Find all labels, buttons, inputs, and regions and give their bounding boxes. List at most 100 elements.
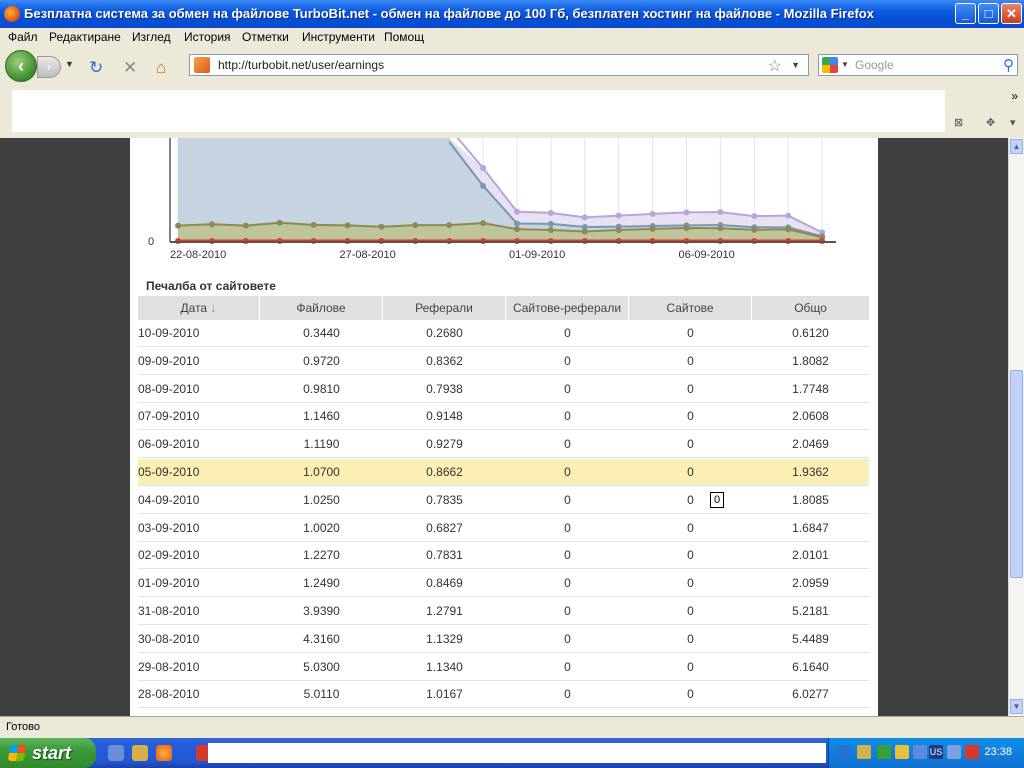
back-button[interactable]: ‹ [5, 50, 37, 82]
menu-bar: Файл Редактиране Изглед История Отметки … [0, 28, 1024, 47]
table-row[interactable]: 30-08-2010 4.3160 1.1329 0 0 5.4489 [138, 626, 869, 653]
tray-language-icon[interactable]: US [929, 745, 943, 759]
chart-point [751, 226, 758, 233]
table-cell: 6.1640 [792, 659, 829, 674]
table-cell: 0 [564, 659, 571, 674]
tray-network-icon[interactable] [913, 745, 927, 759]
history-dropdown-icon[interactable]: ▼ [65, 59, 74, 69]
col-date-header[interactable]: Дата ↓ [138, 296, 260, 320]
table-cell: 1.2490 [303, 576, 340, 591]
google-engine-icon[interactable] [822, 57, 838, 73]
table-cell: 1.1329 [426, 631, 463, 646]
table-row[interactable]: 01-09-2010 1.2490 0.8469 0 0 2.0959 [138, 570, 869, 598]
tray-arrow-icon[interactable] [837, 745, 851, 759]
table-cell: 0.7938 [426, 381, 463, 396]
scroll-thumb[interactable] [1010, 370, 1023, 578]
url-bar[interactable]: http://turbobit.net/user/earnings ☆ ▼ [189, 54, 809, 76]
quicklaunch-firefox-icon[interactable] [156, 745, 172, 761]
table-cell: 5.2181 [792, 604, 829, 618]
table-cell: 0 [687, 548, 694, 563]
chart-point [649, 225, 656, 232]
status-bar: Готово [0, 716, 1024, 738]
table-cell: 0 [564, 631, 571, 646]
table-cell: 0 [564, 353, 571, 368]
firefox-icon [4, 6, 20, 22]
maximize-button[interactable]: □ [978, 3, 999, 24]
bookmarks-overflow-button[interactable]: » [1011, 89, 1018, 103]
table-row[interactable]: 29-08-2010 5.0300 1.1340 0 0 6.1640 [138, 654, 869, 681]
table-cell: 0 [687, 492, 694, 507]
col-sites-header[interactable]: Сайтове [629, 296, 752, 320]
menu-help[interactable]: Помощ [384, 30, 424, 44]
minimize-button[interactable]: _ [955, 3, 976, 24]
col-files-header[interactable]: Файлове [260, 296, 383, 320]
tab-menu-icon[interactable]: ▾ [1010, 116, 1016, 129]
table-row[interactable]: 07-09-2010 1.1460 0.9148 0 0 2.0608 [138, 403, 869, 431]
search-box[interactable]: ▼ Google ⚲ [818, 54, 1018, 76]
section-title: Печалба от сайтовете [146, 279, 276, 293]
chart-point [683, 225, 690, 232]
menu-view[interactable]: Изглед [132, 30, 171, 44]
menu-bookmarks[interactable]: Отметки [242, 30, 289, 44]
search-placeholder[interactable]: Google [855, 58, 894, 72]
search-engine-dropdown-icon[interactable]: ▼ [841, 60, 849, 69]
table-row[interactable]: 28-08-2010 5.0110 1.0167 0 0 6.0277 [138, 681, 869, 709]
table-cell: 0 [687, 353, 694, 368]
chart-point [547, 209, 554, 216]
tray-monitor-icon[interactable] [947, 745, 961, 759]
tab-close-icon[interactable]: ⊠ [954, 116, 963, 129]
tray-yellow-icon[interactable] [895, 745, 909, 759]
scroll-up-icon[interactable]: ▲ [1010, 139, 1023, 154]
stop-icon[interactable]: ✕ [123, 58, 137, 78]
tray-app-icon[interactable] [857, 745, 871, 759]
table-row[interactable]: 02-09-2010 1.2270 0.7831 0 0 2.0101 [138, 542, 869, 570]
url-text[interactable]: http://turbobit.net/user/earnings [218, 58, 384, 72]
chart-point [378, 223, 385, 230]
start-button[interactable]: start [0, 738, 96, 768]
chart-point [717, 225, 724, 232]
tab-list-icon[interactable]: ✥ [986, 116, 995, 129]
col-site-referrals-header[interactable]: Сайтове-реферали [506, 296, 629, 320]
quicklaunch-app-icon[interactable] [132, 745, 148, 761]
bookmark-star-icon[interactable]: ☆ [768, 56, 782, 76]
table-row[interactable]: 04-09-2010 1.0250 0.7835 0 0 1.8085 [138, 487, 869, 514]
table-row[interactable]: 03-09-2010 1.0020 0.6827 0 0 1.6847 [138, 515, 869, 542]
table-row[interactable]: 10-09-2010 0.3440 0.2680 0 0 0.6120 [138, 320, 869, 347]
search-icon[interactable]: ⚲ [1003, 56, 1014, 74]
table-cell: 0.6827 [426, 520, 463, 535]
table-row[interactable]: 31-08-2010 3.9390 1.2791 0 0 5.2181 [138, 598, 869, 625]
table-cell: 4.3160 [303, 631, 340, 646]
scroll-down-icon[interactable]: ▼ [1010, 699, 1023, 714]
url-dropdown-icon[interactable]: ▼ [791, 60, 800, 70]
table-row[interactable]: 05-09-2010 1.0700 0.8662 0 0 1.9362 [138, 459, 869, 486]
table-cell: 1.0167 [426, 687, 463, 702]
chart-point [785, 212, 792, 219]
menu-file[interactable]: Файл [8, 30, 38, 44]
col-referrals-header[interactable]: Реферали [383, 296, 506, 320]
tray-green-icon[interactable] [877, 745, 891, 759]
reload-icon[interactable]: ↻ [89, 58, 103, 78]
menu-edit[interactable]: Редактиране [49, 30, 121, 44]
table-cell: 09-09-2010 [138, 353, 200, 368]
table-cell: 1.7748 [792, 381, 829, 396]
table-cell: 0 [564, 437, 571, 452]
vertical-scrollbar[interactable]: ▲ ▼ [1008, 138, 1024, 716]
table-cell: 1.0020 [303, 520, 340, 535]
table-cell: 05-09-2010 [138, 465, 200, 479]
table-row[interactable]: 09-09-2010 0.9720 0.8362 0 0 1.8082 [138, 348, 869, 375]
table-cell: 1.9362 [792, 465, 829, 479]
col-total-header[interactable]: Общо [752, 296, 869, 320]
menu-history[interactable]: История [184, 30, 231, 44]
chart-point [751, 213, 758, 220]
menu-tools[interactable]: Инструменти [302, 30, 375, 44]
quicklaunch-explorer-icon[interactable] [108, 745, 124, 761]
table-cell: 1.0700 [303, 465, 340, 479]
table-cell: 07-09-2010 [138, 409, 200, 424]
table-row[interactable]: 08-09-2010 0.9810 0.7938 0 0 1.7748 [138, 376, 869, 403]
window-title-bar[interactable]: Безплатна система за обмен на файлове Tu… [0, 0, 1024, 28]
table-row[interactable]: 06-09-2010 1.1190 0.9279 0 0 2.0469 [138, 431, 869, 459]
tray-antivirus-icon[interactable] [965, 745, 979, 759]
home-icon[interactable]: ⌂ [156, 58, 166, 78]
forward-button[interactable]: › [37, 56, 61, 78]
close-button[interactable]: ✕ [1001, 3, 1022, 24]
